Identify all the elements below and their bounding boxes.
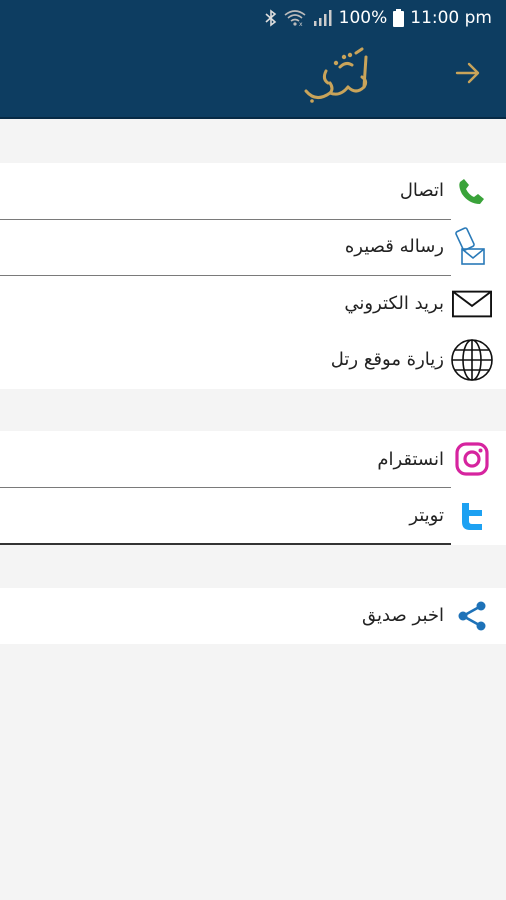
website-label: زيارة موقع رتل [330,349,444,370]
bluetooth-icon [265,9,277,27]
globe-icon [450,338,494,382]
svg-text:x: x [299,21,303,27]
battery-percent: 100% [338,8,388,28]
instagram-icon [452,439,492,479]
phone-icon [452,171,492,211]
arrow-right-icon [455,62,481,88]
twitter-icon [452,496,492,536]
clock: 11:00 pm [410,8,492,28]
sms-icon [452,227,492,267]
battery-icon [393,9,405,27]
share-section: اخبر صديق [0,588,506,644]
instagram-label: انستقرام [377,449,444,470]
instagram-row[interactable]: انستقرام [0,431,506,487]
divider [0,543,451,545]
back-button[interactable] [448,55,488,95]
share-icon [452,596,492,636]
signal-icon [313,10,333,26]
website-row[interactable]: زيارة موقع رتل [0,332,506,389]
status-bar: x 100% 11:00 pm [0,0,506,37]
social-section: انستقرام تويتر [0,431,506,545]
sms-label: رساله قصيره [344,236,444,257]
app-bar [0,37,506,119]
status-indicators: x 100% 11:00 pm [265,7,492,29]
sms-row[interactable]: رساله قصيره [0,220,506,275]
mail-icon [452,284,492,324]
contact-section: اتصال رساله قصيره بريد الكتروني زيارة مو… [0,163,506,389]
email-row[interactable]: بريد الكتروني [0,276,506,332]
call-label: اتصال [399,180,444,201]
rattil-calligraphy-logo [300,43,380,111]
twitter-label: تويتر [409,505,444,526]
call-row[interactable]: اتصال [0,163,506,219]
wifi-icon: x [283,9,307,27]
email-label: بريد الكتروني [344,293,444,314]
tell-friend-row[interactable]: اخبر صديق [0,588,506,644]
twitter-row[interactable]: تويتر [0,488,506,544]
tell-friend-label: اخبر صديق [362,605,444,626]
